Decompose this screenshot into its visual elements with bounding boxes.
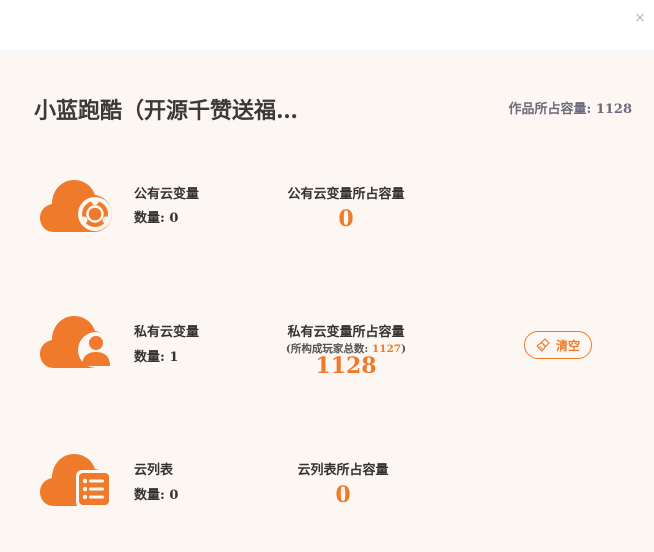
cloud-lists-label: 云列表 bbox=[134, 463, 174, 478]
close-icon[interactable]: × bbox=[632, 10, 648, 26]
lists-capacity-value: 0 bbox=[335, 482, 351, 508]
project-total-capacity: 作品所占容量: 1128 bbox=[508, 98, 632, 117]
clear-button-label: 清空 bbox=[555, 338, 580, 353]
clear-button[interactable]: 清空 bbox=[524, 331, 592, 359]
broom-icon bbox=[536, 338, 550, 352]
project-title: 小蓝跑酷（开源千赞送福… bbox=[34, 98, 299, 124]
cloud-share-icon bbox=[40, 180, 112, 232]
private-capacity-value: 1128 bbox=[315, 353, 377, 379]
total-capacity-label: 作品所占容量: bbox=[508, 102, 596, 117]
total-capacity-value: 1128 bbox=[595, 102, 632, 117]
private-variables-count: 数量: 1 bbox=[134, 350, 179, 365]
cloud-list-icon bbox=[40, 454, 112, 508]
public-capacity-value: 0 bbox=[338, 206, 354, 232]
private-capacity-label: 私有云变量所占容量 bbox=[287, 325, 405, 340]
lists-capacity-label: 云列表所占容量 bbox=[297, 463, 389, 478]
dialog-header: × bbox=[0, 0, 654, 50]
cloud-user-icon bbox=[40, 316, 114, 368]
private-variables-label: 私有云变量 bbox=[134, 325, 200, 340]
public-capacity-label: 公有云变量所占容量 bbox=[287, 187, 405, 202]
public-variables-label: 公有云变量 bbox=[134, 187, 200, 202]
cloud-lists-count: 数量: 0 bbox=[134, 488, 179, 503]
public-variables-count: 数量: 0 bbox=[134, 211, 179, 226]
